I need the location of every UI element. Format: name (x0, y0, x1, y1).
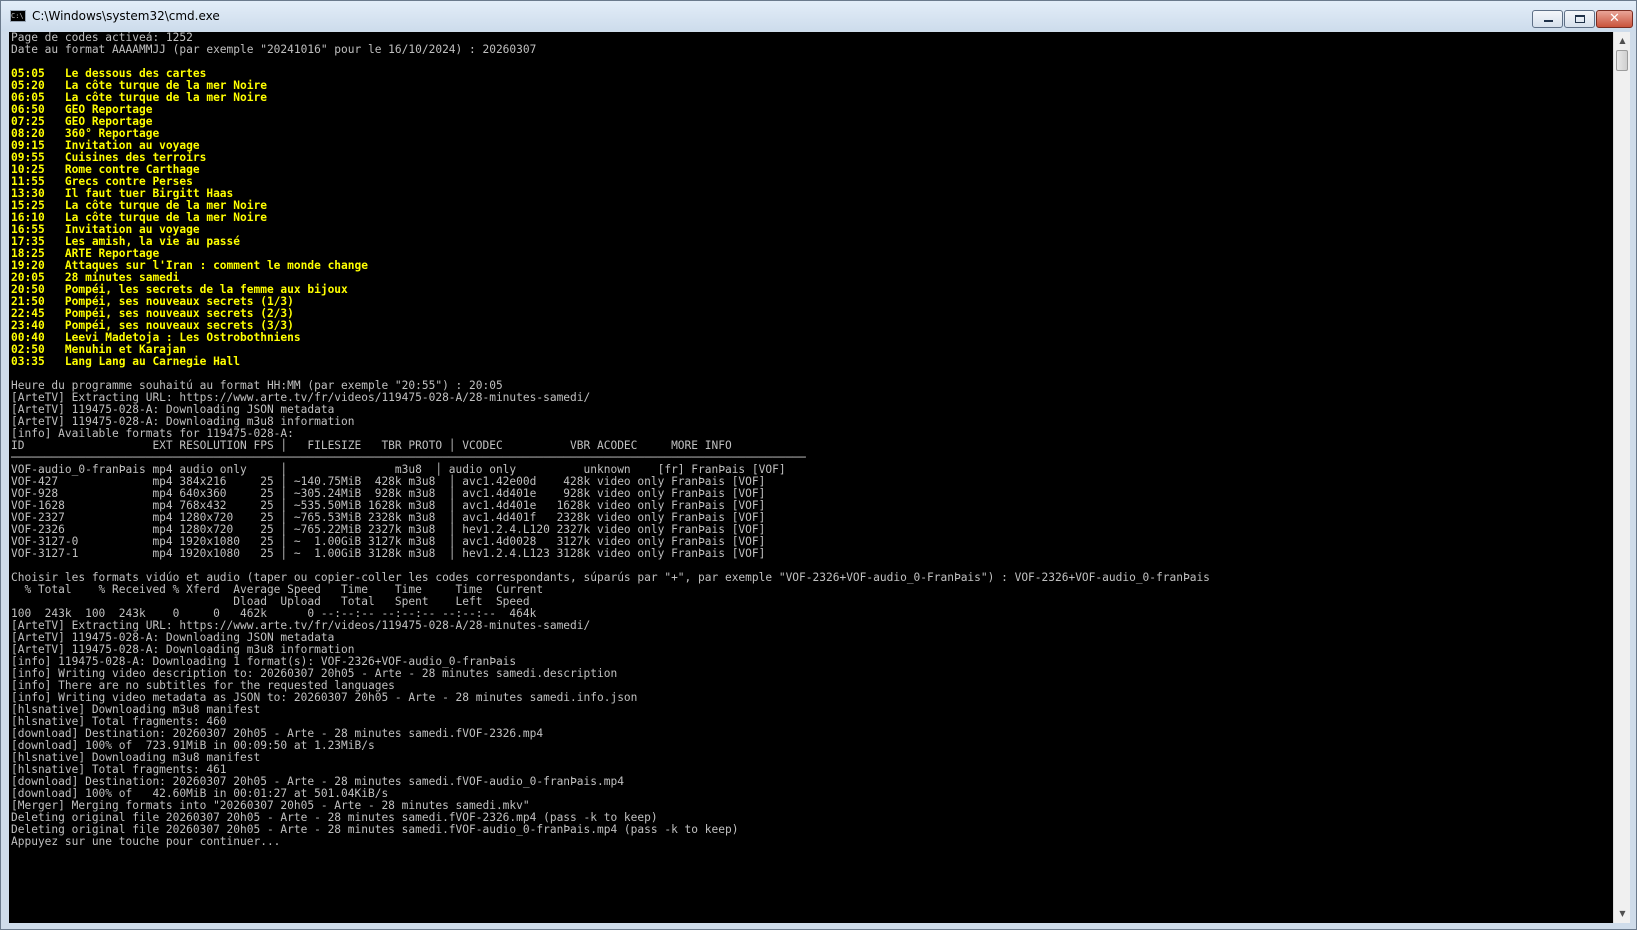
close-icon: ✕ (1609, 11, 1620, 26)
cmd-icon[interactable]: C:\ (10, 10, 26, 22)
maximize-icon (1575, 15, 1585, 23)
title-bar[interactable]: C:\ C:\Windows\system32\cmd.exe ✕ (1, 1, 1636, 31)
minimize-icon (1544, 20, 1553, 22)
program-listing-line: 07:25 GEO Reportage (11, 115, 153, 128)
cmd-icon-text: C:\ (11, 12, 24, 20)
console-window: C:\ C:\Windows\system32\cmd.exe ✕ Page d… (0, 0, 1637, 930)
program-listing-line: 03:35 Lang Lang au Carnegie Hall (11, 355, 241, 368)
minimize-button[interactable] (1532, 10, 1563, 28)
program-listing-line: 06:05 La côte turque de la mer Noire (11, 91, 267, 104)
console-output[interactable]: Page de codes activeá: 1252 Date au forma… (9, 32, 1613, 923)
program-listing-line: 17:35 Les amish, la vie au passé (11, 235, 241, 248)
scroll-down-arrow-icon[interactable]: ▼ (1615, 906, 1630, 922)
console-line: VOF-3127-1 mp4 1920x1080 25 │ ~ 1.00GiB … (11, 547, 766, 560)
scrollbar-thumb[interactable] (1616, 50, 1628, 71)
maximize-button[interactable] (1564, 10, 1595, 28)
console-text: Page de codes activeá: 1252 Date au forma… (11, 32, 1210, 848)
console-line: Appuyez sur une touche pour continuer... (11, 835, 281, 848)
program-listing-line: 19:20 Attaques sur l'Iran : comment le m… (11, 259, 368, 272)
close-button[interactable]: ✕ (1596, 10, 1633, 28)
vertical-scrollbar[interactable]: ▲ ▼ (1613, 32, 1630, 923)
scroll-up-arrow-icon[interactable]: ▲ (1615, 33, 1630, 49)
program-listing-line: 00:40 Leevi Madetoja : Les Ostrobothnien… (11, 331, 301, 344)
program-listing-line: 06:50 GEO Reportage (11, 103, 153, 116)
window-title: C:\Windows\system32\cmd.exe (32, 9, 220, 23)
console-line: Date au format AAAAMMJJ (par exemple "20… (11, 43, 537, 56)
